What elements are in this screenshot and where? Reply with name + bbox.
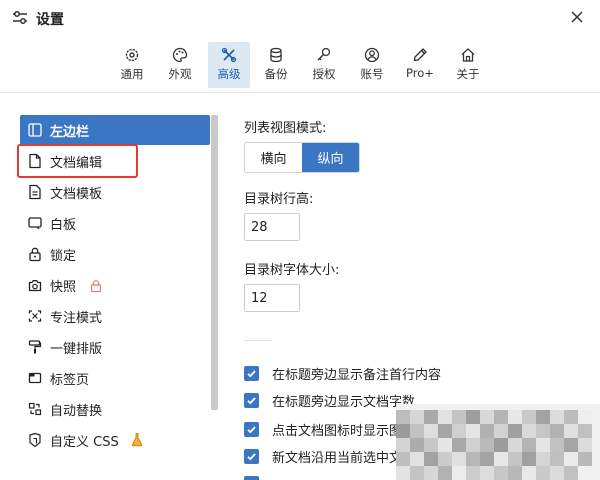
- checkbox-label: 在标题旁边显示备注首行内容: [272, 367, 442, 383]
- sidebar-item-focus-mode[interactable]: 专注模式: [20, 301, 210, 331]
- checkbox-label: 新文档沿用当前选中文档: [272, 450, 416, 466]
- sidebar-item-label: 一键排版: [50, 342, 103, 357]
- sidebar-item-snapshot[interactable]: 快照: [20, 270, 210, 300]
- lock-icon: [28, 246, 42, 262]
- checkbox-checked-icon[interactable]: [244, 365, 259, 381]
- sidebar-item-label: 快照: [50, 280, 77, 295]
- settings-tabs: 通用 外观 高级 备份 授权 账号 Pro+ 关于: [0, 42, 600, 90]
- tab-appearance[interactable]: 外观: [160, 42, 200, 88]
- tree-row-height-label: 目录树行高:: [244, 192, 314, 207]
- checkbox-checked-icon[interactable]: [244, 421, 259, 437]
- sidebar-item-label: 文档模板: [50, 187, 103, 202]
- sidebar-item-label: 自动替换: [50, 404, 103, 419]
- sliders-icon: [12, 10, 28, 26]
- flask-icon: [131, 432, 143, 447]
- header-divider: [0, 92, 600, 93]
- tab-license[interactable]: 授权: [304, 42, 344, 88]
- checkbox-checked-icon[interactable]: [244, 475, 259, 480]
- palette-icon: [172, 47, 188, 63]
- checkbox-show-icon-on-click[interactable]: 点击文档图标时显示图标: [244, 418, 415, 440]
- option-vertical[interactable]: 纵向: [302, 143, 359, 172]
- sidebar-scrollbar[interactable]: [211, 115, 218, 410]
- sidebar-item-label: 文档编辑: [50, 156, 103, 171]
- sidebar-item-custom-css[interactable]: 自定义 CSS: [20, 425, 210, 455]
- focus-icon: [28, 308, 42, 324]
- sidebar-item-label: 白板: [50, 218, 77, 233]
- tab-backup[interactable]: 备份: [256, 42, 296, 88]
- tab-label: 授权: [312, 67, 336, 81]
- key-icon: [317, 47, 331, 61]
- tab-label: 通用: [120, 67, 144, 81]
- tree-row-height-input[interactable]: [244, 213, 300, 241]
- sidebar-item-tabs[interactable]: 标签页: [20, 363, 210, 393]
- replace-icon: [28, 401, 42, 417]
- sidebar-item-label: 左边栏: [50, 125, 90, 140]
- pen-icon: [413, 48, 427, 62]
- tab-general[interactable]: 通用: [112, 42, 152, 88]
- user-circle-icon: [364, 47, 380, 63]
- camera-icon: [28, 277, 42, 293]
- paint-roller-icon: [28, 339, 42, 355]
- tree-font-size-label: 目录树字体大小:: [244, 263, 340, 278]
- sidebar-item-lock[interactable]: 锁定: [20, 239, 210, 269]
- close-icon[interactable]: [566, 6, 588, 28]
- window-title: 设置: [36, 12, 64, 28]
- file-text-icon: [28, 184, 42, 200]
- gear-icon: [125, 48, 139, 62]
- sidebar-item-label: 标签页: [50, 373, 90, 388]
- pixelated-watermark: [396, 404, 600, 480]
- checkbox-checked-icon[interactable]: [244, 392, 259, 408]
- tab-window-icon: [28, 370, 42, 386]
- tree-font-size-input[interactable]: [244, 284, 300, 312]
- sidebar-item-one-click-format[interactable]: 一键排版: [20, 332, 210, 362]
- sidebar-item-whiteboard[interactable]: 白板: [20, 208, 210, 238]
- sidebar-item-document-templates[interactable]: 文档模板: [20, 177, 210, 207]
- sidebar-icon: [28, 122, 42, 138]
- sidebar-item-document-editing[interactable]: 文档编辑: [20, 146, 210, 176]
- tab-advanced[interactable]: 高级: [208, 42, 250, 88]
- tab-label: 外观: [168, 67, 192, 81]
- lock-badge-icon: [90, 278, 102, 293]
- sidebar-item-left-sidebar[interactable]: 左边栏: [20, 115, 210, 145]
- checkbox-show-note-first-line[interactable]: 在标题旁边显示备注首行内容: [244, 362, 441, 384]
- tab-label: Pro+: [406, 66, 434, 80]
- css-icon: [28, 432, 42, 448]
- checkbox-label: 在标题旁边显示文档字数: [272, 394, 416, 410]
- checkbox-partial-next[interactable]: [244, 472, 259, 480]
- tools-icon: [221, 47, 237, 63]
- tab-about[interactable]: 关于: [448, 42, 488, 88]
- checkbox-inherit-selected-doc[interactable]: 新文档沿用当前选中文档: [244, 445, 415, 467]
- checkbox-checked-icon[interactable]: [244, 448, 259, 464]
- tab-label: 关于: [456, 67, 480, 81]
- tab-label: 高级: [217, 67, 241, 81]
- title-bar: 设置: [0, 0, 600, 36]
- sidebar-item-label: 自定义 CSS: [50, 435, 119, 450]
- whiteboard-icon: [28, 215, 42, 231]
- sidebar-item-label: 锁定: [50, 249, 77, 264]
- section-divider: [244, 340, 272, 341]
- option-horizontal[interactable]: 横向: [245, 143, 302, 172]
- tab-label: 备份: [264, 67, 288, 81]
- tab-account[interactable]: 账号: [352, 42, 392, 88]
- tab-pro[interactable]: Pro+: [400, 42, 440, 88]
- database-icon: [270, 47, 282, 63]
- home-icon: [461, 48, 475, 62]
- checkbox-label: 点击文档图标时显示图标: [272, 423, 416, 439]
- list-view-mode-label: 列表视图模式:: [244, 121, 327, 136]
- checkbox-show-word-count[interactable]: 在标题旁边显示文档字数: [244, 389, 415, 411]
- tab-label: 账号: [360, 67, 384, 81]
- file-icon: [28, 153, 42, 169]
- list-view-mode-toggle: 横向 纵向: [244, 142, 360, 173]
- sidebar-item-label: 专注模式: [50, 311, 103, 326]
- sidebar-item-auto-replace[interactable]: 自动替换: [20, 394, 210, 424]
